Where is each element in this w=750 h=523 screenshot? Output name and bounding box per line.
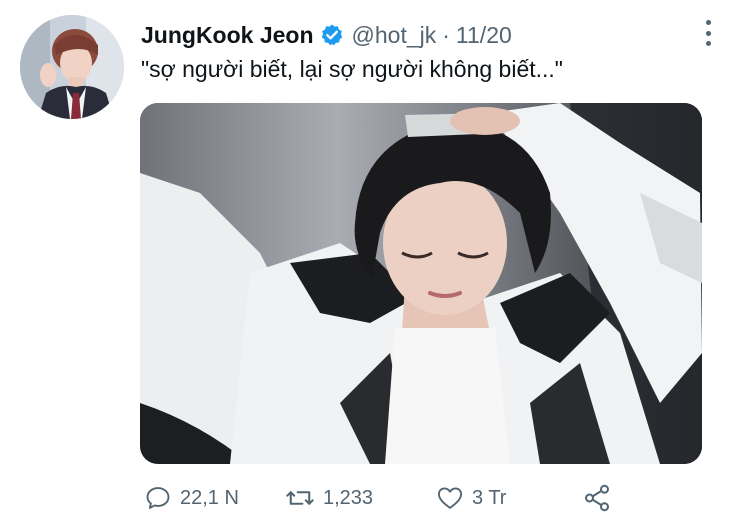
like-count: 3 Tr (472, 486, 507, 509)
retweet-count: 1,233 (323, 486, 374, 509)
avatar-image (20, 15, 124, 119)
more-dot (705, 20, 711, 25)
share-button[interactable] (582, 478, 612, 518)
reply-count: 22,1 N (180, 486, 239, 509)
author-handle[interactable]: @hot_jk (352, 22, 437, 49)
reply-icon (144, 484, 172, 512)
photo (140, 103, 702, 464)
author-name[interactable]: JungKook Jeon (141, 22, 314, 49)
heart-icon (436, 484, 464, 512)
tweet-text: "sợ người biết, lại sợ người không biết.… (141, 56, 563, 82)
tweet-media-image[interactable] (140, 103, 702, 464)
more-options-icon[interactable] (700, 20, 716, 46)
more-dot (705, 41, 711, 46)
reply-button[interactable]: 22,1 N (144, 478, 239, 518)
tweet-action-bar: 22,1 N 1,233 3 Tr (140, 478, 660, 518)
tweet-header: JungKook Jeon @hot_jk · 11/20 (141, 18, 512, 52)
retweet-button[interactable]: 1,233 (285, 478, 373, 518)
avatar[interactable] (20, 15, 124, 119)
retweet-icon (285, 484, 315, 512)
more-dot (705, 30, 711, 36)
share-icon (582, 483, 612, 513)
like-button[interactable]: 3 Tr (436, 478, 506, 518)
header-separator: · (442, 21, 450, 48)
verified-badge-icon (320, 23, 344, 47)
tweet-date[interactable]: 11/20 (456, 22, 512, 49)
